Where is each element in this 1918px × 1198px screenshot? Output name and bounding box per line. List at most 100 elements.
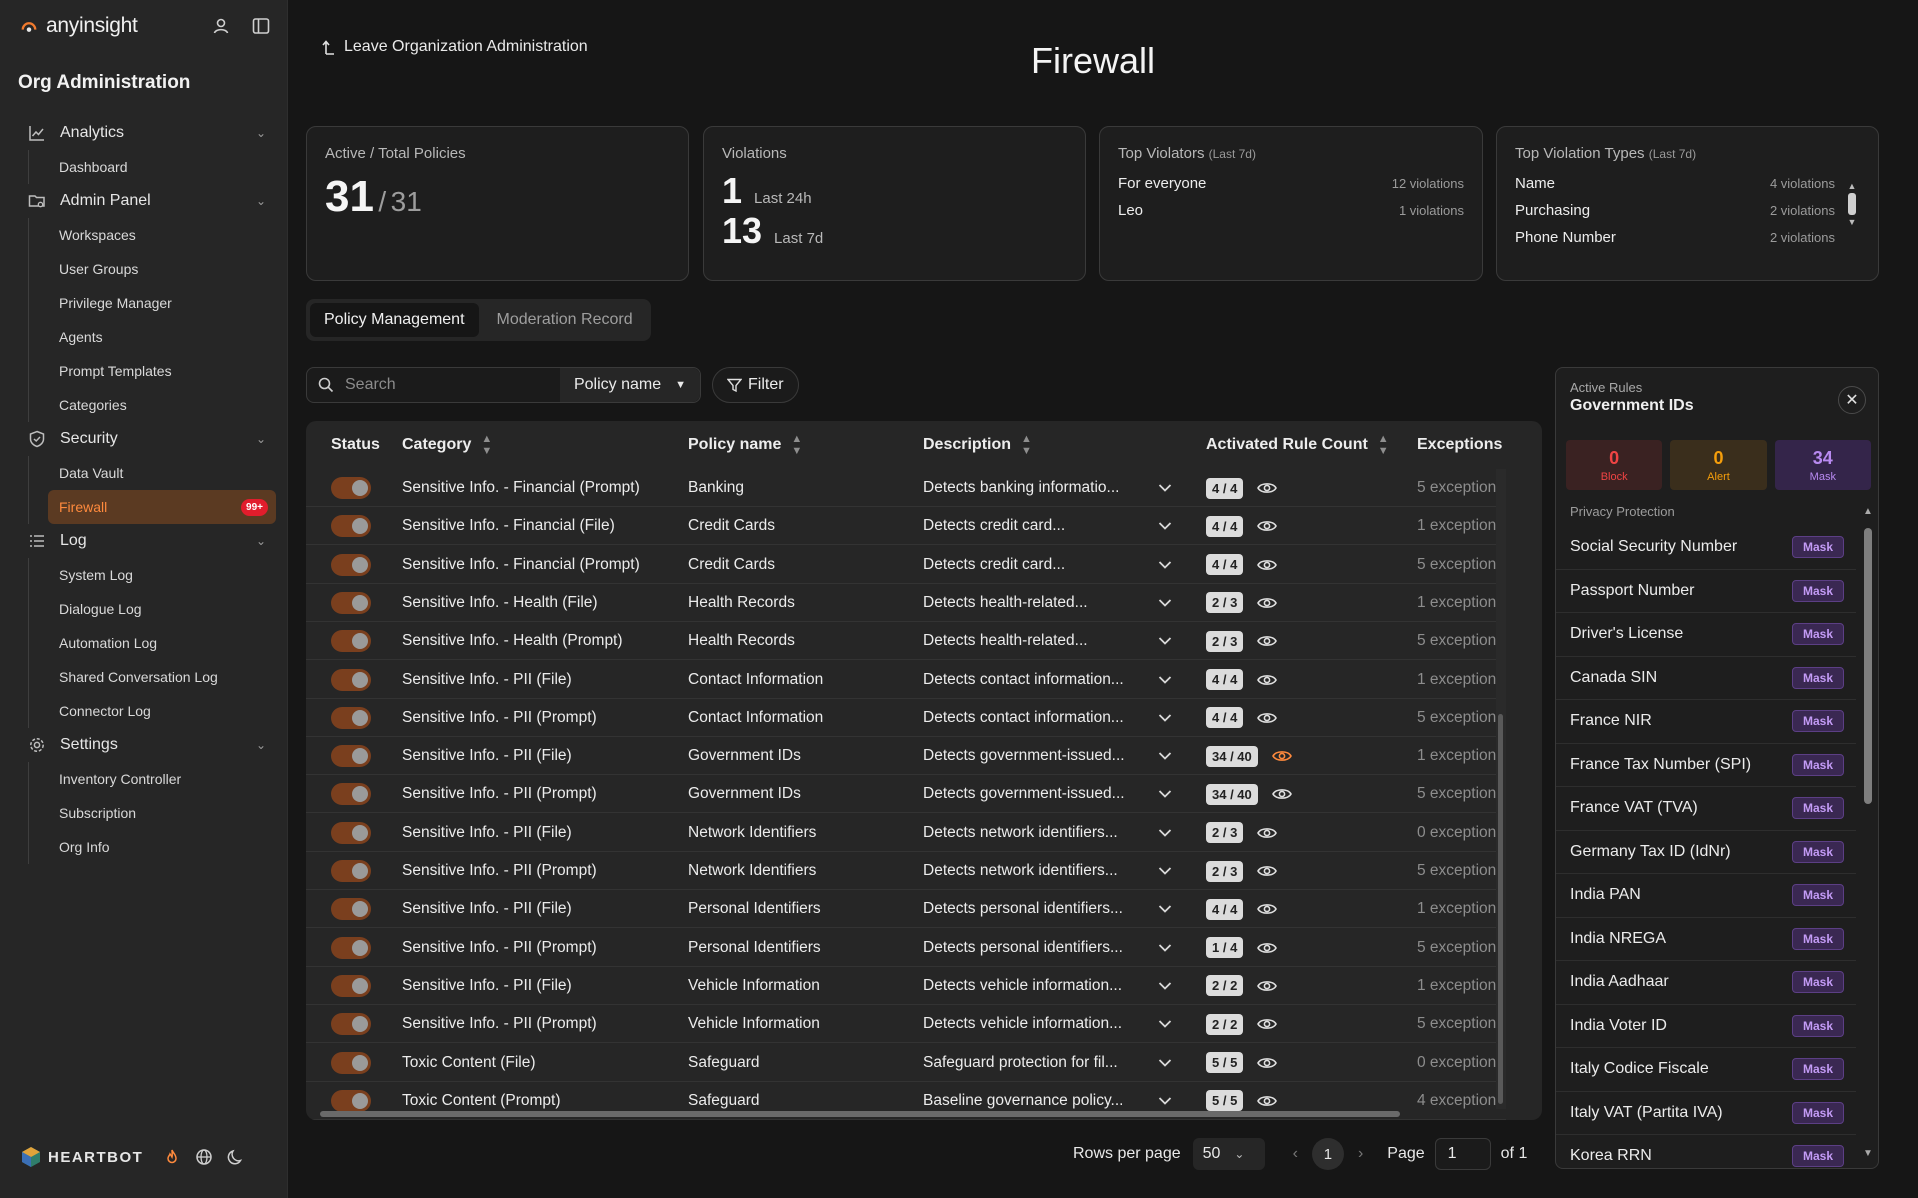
policy-status-toggle[interactable]	[331, 706, 371, 729]
expand-description-button[interactable]	[1158, 929, 1172, 967]
sidebar-item-org-info[interactable]: Org Info	[48, 830, 276, 864]
view-rules-button[interactable]	[1257, 864, 1278, 878]
exceptions-cell[interactable]: 5 exception	[1417, 852, 1503, 890]
exceptions-cell[interactable]: 1 exceptions	[1417, 584, 1503, 622]
expand-description-button[interactable]	[1158, 661, 1172, 699]
view-rules-button[interactable]	[1257, 481, 1278, 495]
sidebar-item-connector-log[interactable]: Connector Log	[48, 694, 276, 728]
table-row[interactable]: Sensitive Info. - PII (File) Network Iden…	[306, 814, 1506, 852]
rule-action-tag[interactable]: Mask	[1791, 971, 1844, 994]
sidebar-item-data-vault[interactable]: Data Vault	[48, 456, 276, 490]
sidebar-toggle-icon[interactable]	[252, 17, 270, 35]
rule-action-tag[interactable]: Mask	[1791, 666, 1844, 689]
view-rules-button[interactable]	[1257, 519, 1278, 533]
sidebar-item-automation-log[interactable]: Automation Log	[48, 626, 276, 660]
table-row[interactable]: Sensitive Info. - PII (File) Personal Ide…	[306, 890, 1506, 929]
view-rules-button[interactable]	[1257, 711, 1278, 725]
sort-icon[interactable]: ▲ ▼	[1378, 433, 1389, 457]
table-row[interactable]: Sensitive Info. - Financial (Prompt) Cred…	[306, 546, 1506, 584]
rows-per-page-select[interactable]: 50 ⌄	[1192, 1138, 1265, 1170]
rule-action-tag[interactable]: Mask	[1791, 536, 1844, 559]
sidebar-item-shared-conversation-log[interactable]: Shared Conversation Log	[48, 660, 276, 694]
nav-group-security[interactable]: Security ⌄	[18, 422, 276, 456]
scroll-down-arrow-icon[interactable]: ▼	[1845, 217, 1859, 227]
view-rules-button[interactable]	[1257, 941, 1278, 955]
scroll-up-arrow-icon[interactable]: ▲	[1863, 506, 1873, 517]
rule-item[interactable]: India PAN Mask	[1556, 874, 1856, 918]
policy-status-toggle[interactable]	[331, 591, 371, 614]
table-row[interactable]: Sensitive Info. - Health (File) Health Re…	[306, 584, 1506, 622]
nav-group-settings[interactable]: Settings ⌄	[18, 728, 276, 762]
expand-description-button[interactable]	[1158, 1044, 1172, 1082]
tab-policy-management[interactable]: Policy Management	[310, 303, 479, 337]
table-row[interactable]: Sensitive Info. - Financial (File) Credit…	[306, 507, 1506, 546]
rule-action-tag[interactable]: Mask	[1791, 797, 1844, 820]
policy-status-toggle[interactable]	[331, 821, 371, 844]
sidebar-item-inventory-controller[interactable]: Inventory Controller	[48, 762, 276, 796]
exceptions-cell[interactable]: 1 exceptions	[1417, 737, 1503, 775]
sidebar-item-prompt-templates[interactable]: Prompt Templates	[48, 354, 276, 388]
exceptions-cell[interactable]: 0 exception	[1417, 814, 1503, 852]
panel-scrollbar[interactable]: ▲ ▼	[1860, 504, 1874, 1164]
page-number-input[interactable]	[1434, 1138, 1491, 1170]
table-row[interactable]: Sensitive Info. - PII (Prompt) Contact In…	[306, 699, 1506, 737]
nav-group-log[interactable]: Log ⌄	[18, 524, 276, 558]
rule-item[interactable]: France Tax Number (SPI) Mask	[1556, 744, 1856, 787]
current-page-button[interactable]: 1	[1311, 1138, 1344, 1170]
rule-action-tag[interactable]: Mask	[1791, 579, 1844, 602]
expand-description-button[interactable]	[1158, 699, 1172, 737]
rule-action-tag[interactable]: Mask	[1791, 753, 1844, 776]
policy-status-toggle[interactable]	[331, 745, 371, 768]
policy-status-toggle[interactable]	[331, 936, 371, 959]
rule-item[interactable]: Germany Tax ID (IdNr) Mask	[1556, 831, 1856, 874]
view-rules-button[interactable]	[1257, 634, 1278, 648]
sidebar-item-firewall[interactable]: Firewall 99+	[48, 490, 276, 524]
view-rules-button[interactable]	[1271, 749, 1292, 763]
rule-item[interactable]: Canada SIN Mask	[1556, 657, 1856, 700]
expand-description-button[interactable]	[1158, 737, 1172, 775]
rule-item[interactable]: Italy VAT (Partita IVA) Mask	[1556, 1092, 1856, 1135]
exceptions-cell[interactable]: 5 exception	[1417, 775, 1503, 813]
flame-icon[interactable]	[163, 1148, 181, 1166]
view-rules-button[interactable]	[1257, 902, 1278, 916]
col-policy-name[interactable]: Policy name ▲ ▼	[688, 421, 802, 469]
table-row[interactable]: Sensitive Info. - PII (Prompt) Personal I…	[306, 929, 1506, 967]
search-input[interactable]	[345, 376, 555, 394]
exceptions-cell[interactable]: 5 exception	[1417, 622, 1503, 660]
policy-status-toggle[interactable]	[331, 477, 371, 499]
rule-item[interactable]: Driver's License Mask	[1556, 613, 1856, 657]
col-description[interactable]: Description ▲ ▼	[923, 421, 1032, 469]
expand-description-button[interactable]	[1158, 890, 1172, 928]
table-row[interactable]: Sensitive Info. - PII (Prompt) Vehicle In…	[306, 1005, 1506, 1044]
rule-item[interactable]: Korea RRN Mask	[1556, 1135, 1856, 1168]
prev-page-button[interactable]: ‹	[1293, 1145, 1298, 1163]
rule-action-tag[interactable]: Mask	[1791, 927, 1844, 950]
policy-status-toggle[interactable]	[331, 1089, 371, 1112]
sidebar-item-categories[interactable]: Categories	[48, 388, 276, 422]
rule-action-tag[interactable]: Mask	[1791, 623, 1844, 646]
view-rules-button[interactable]	[1257, 673, 1278, 687]
tab-moderation-record[interactable]: Moderation Record	[483, 303, 647, 337]
rule-item[interactable]: France VAT (TVA) Mask	[1556, 787, 1856, 831]
sidebar-item-system-log[interactable]: System Log	[48, 558, 276, 592]
view-rules-button[interactable]	[1257, 596, 1278, 610]
sidebar-item-subscription[interactable]: Subscription	[48, 796, 276, 830]
expand-description-button[interactable]	[1158, 852, 1172, 890]
scroll-down-arrow-icon[interactable]: ▼	[1863, 1148, 1873, 1159]
view-rules-button[interactable]	[1257, 1017, 1278, 1031]
card-scrollbar[interactable]: ▲ ▼	[1845, 181, 1859, 253]
table-hscroll-thumb[interactable]	[320, 1111, 1400, 1117]
expand-description-button[interactable]	[1158, 622, 1172, 660]
rule-action-tag[interactable]: Mask	[1791, 1014, 1844, 1037]
globe-icon[interactable]	[195, 1148, 213, 1166]
sidebar-item-user-groups[interactable]: User Groups	[48, 252, 276, 286]
rule-item[interactable]: France NIR Mask	[1556, 700, 1856, 744]
exceptions-cell[interactable]: 1 exceptions	[1417, 661, 1503, 699]
rule-action-tag[interactable]: Mask	[1791, 1101, 1844, 1124]
policy-status-toggle[interactable]	[331, 974, 371, 997]
rule-action-tag[interactable]: Mask	[1791, 840, 1844, 863]
rule-action-tag[interactable]: Mask	[1791, 710, 1844, 733]
nav-group-analytics[interactable]: Analytics ⌄	[18, 116, 276, 150]
view-rules-button[interactable]	[1271, 787, 1292, 801]
policy-status-toggle[interactable]	[331, 783, 371, 806]
